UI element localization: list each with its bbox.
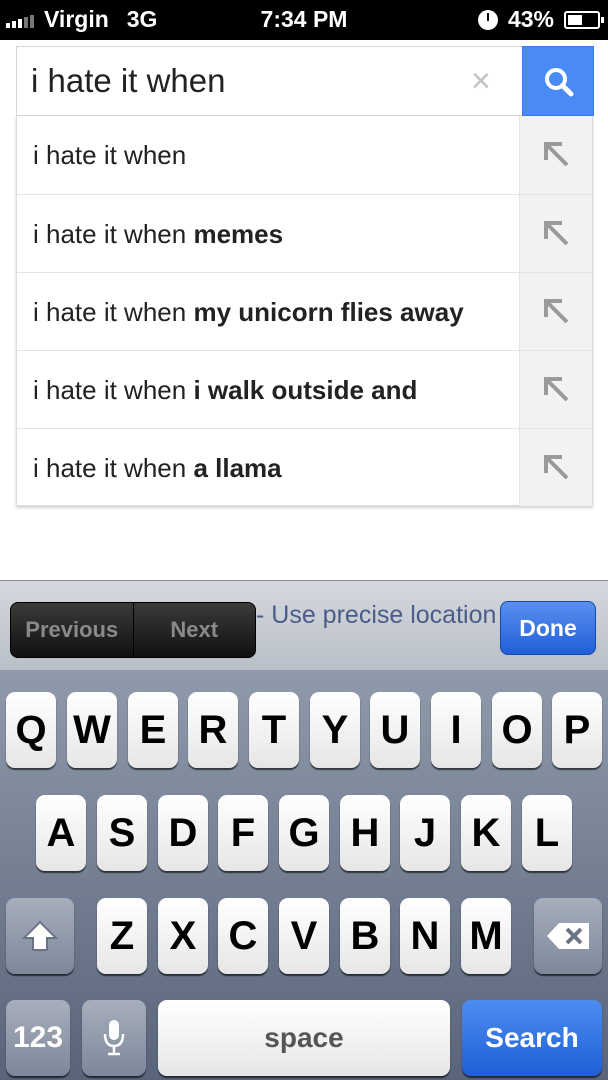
next-button[interactable]: Next [132,603,256,657]
microphone-icon [103,1020,125,1056]
key-d[interactable]: D [158,795,208,871]
arrow-up-left-icon [544,455,569,480]
key-n[interactable]: N [400,898,450,974]
battery-percent: 43% [507,6,554,32]
suggestion-list: i hate it when i hate it when memes i ha… [16,116,593,506]
key-l[interactable]: L [522,795,572,871]
key-c[interactable]: C [218,898,268,974]
prev-next-control: Previous Next [10,602,256,658]
suggestion-item[interactable]: i hate it when i walk outside and [17,350,592,428]
refine-button[interactable] [519,195,592,272]
suggestion-text: i hate it when a llama [33,453,282,483]
clear-icon[interactable]: × [471,61,491,101]
refine-button[interactable] [519,351,592,428]
search-icon [545,68,574,97]
key-x[interactable]: X [158,898,208,974]
refine-button[interactable] [519,429,592,506]
space-key[interactable]: space [158,1000,450,1076]
search-input[interactable] [31,59,471,103]
key-b[interactable]: B [340,898,390,974]
key-s[interactable]: S [97,795,147,871]
key-g[interactable]: G [279,795,329,871]
arrow-up-left-icon [544,299,569,324]
refine-button[interactable] [519,116,592,194]
key-q[interactable]: Q [6,692,56,768]
search-key[interactable]: Search [462,1000,602,1076]
search-button[interactable] [522,46,594,116]
status-right: 43% [477,6,604,33]
key-m[interactable]: M [461,898,511,974]
suggestion-item[interactable]: i hate it when [17,116,592,194]
key-p[interactable]: P [552,692,602,768]
key-a[interactable]: A [36,795,86,871]
suggestion-text: i hate it when my unicorn flies away [33,297,464,327]
key-k[interactable]: K [461,795,511,871]
key-z[interactable]: Z [97,898,147,974]
key-i[interactable]: I [431,692,481,768]
key-r[interactable]: R [188,692,238,768]
key-f[interactable]: F [218,795,268,871]
key-t[interactable]: T [249,692,299,768]
key-w[interactable]: W [67,692,117,768]
precise-location-link[interactable]: - Use precise location [256,601,496,630]
done-button[interactable]: Done [500,601,596,655]
suggestion-item[interactable]: i hate it when a llama [17,428,592,506]
key-u[interactable]: U [370,692,420,768]
suggestion-text: i hate it when memes [33,219,284,249]
arrow-up-left-icon [544,142,569,167]
key-h[interactable]: H [340,795,390,871]
dictation-key[interactable] [82,1000,146,1076]
arrow-up-left-icon [544,377,569,402]
rotation-lock-icon [477,9,498,30]
key-y[interactable]: Y [310,692,360,768]
suggestion-text: i hate it when i walk outside and [33,375,418,405]
arrow-up-left-icon [544,221,569,246]
refine-button[interactable] [519,273,592,350]
status-bar: Virgin 3G 7:34 PM 43% [0,0,608,40]
suggestion-text: i hate it when [33,140,187,170]
backspace-icon [547,923,589,949]
shift-key[interactable] [6,898,74,974]
backspace-key[interactable] [534,898,602,974]
battery-icon [564,10,604,29]
key-e[interactable]: E [128,692,178,768]
suggestion-item[interactable]: i hate it when memes [17,194,592,272]
shift-arrow-icon [21,920,59,951]
key-o[interactable]: O [492,692,542,768]
suggestion-item[interactable]: i hate it when my unicorn flies away [17,272,592,350]
search-bar: × [16,46,594,116]
key-v[interactable]: V [279,898,329,974]
numbers-key[interactable]: 123 [6,1000,70,1076]
key-j[interactable]: J [400,795,450,871]
previous-button[interactable]: Previous [11,603,133,657]
keyboard: Q W E R T Y U I O P A S D F G H J K L Z … [0,670,608,1080]
